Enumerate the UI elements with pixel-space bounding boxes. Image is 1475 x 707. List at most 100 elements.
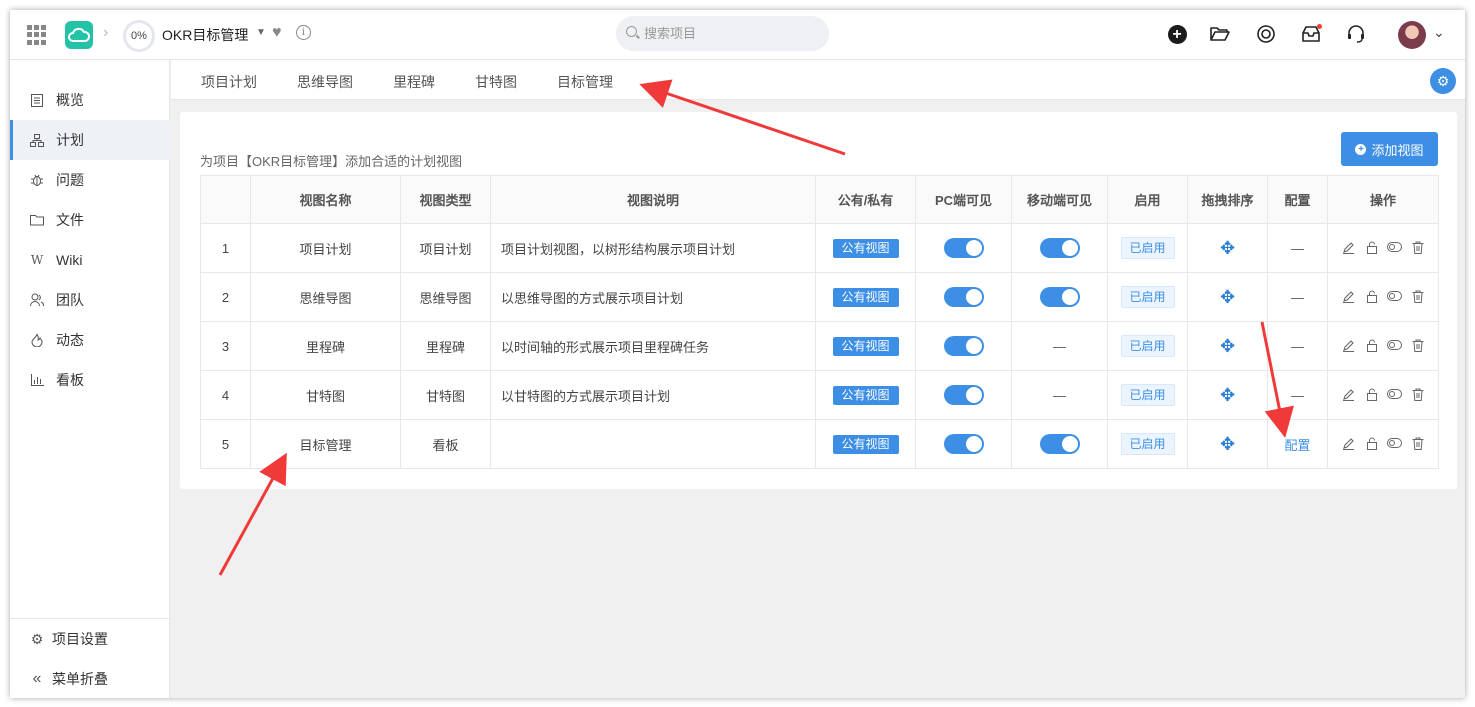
mobile-visible-cell: — xyxy=(1011,321,1108,371)
apps-grid-icon[interactable] xyxy=(27,25,47,45)
lock-icon[interactable] xyxy=(1364,387,1379,402)
toggle-icon[interactable] xyxy=(1387,240,1402,255)
lock-icon[interactable] xyxy=(1364,289,1379,304)
lock-icon[interactable] xyxy=(1364,240,1379,255)
pc-visible-cell xyxy=(915,370,1012,420)
folder-open-icon[interactable] xyxy=(1209,23,1231,45)
enabled-cell: 已启用 xyxy=(1107,370,1188,420)
visibility-badge[interactable]: 公有视图 xyxy=(832,385,899,405)
mobile-visible-toggle[interactable] xyxy=(1039,287,1080,307)
trash-icon[interactable] xyxy=(1410,338,1425,353)
tab-project-plan[interactable]: 项目计划 xyxy=(201,72,257,92)
edit-icon[interactable] xyxy=(1341,387,1356,402)
user-avatar[interactable] xyxy=(1398,21,1426,49)
inbox-icon[interactable] xyxy=(1300,23,1322,45)
project-settings-label: 项目设置 xyxy=(52,631,108,647)
collapse-menu-button[interactable]: « 菜单折叠 xyxy=(10,659,170,698)
drag-move-icon[interactable]: ✥ xyxy=(1220,385,1235,406)
enabled-badge[interactable]: 已启用 xyxy=(1120,237,1175,259)
kanban-icon xyxy=(30,373,44,387)
sidebar-item-team[interactable]: 团队 xyxy=(10,280,170,320)
col-visibility: 公有/私有 xyxy=(815,175,916,224)
pc-visible-toggle[interactable] xyxy=(943,287,984,307)
pc-visible-toggle[interactable] xyxy=(943,434,984,454)
config-cell: — xyxy=(1267,272,1328,322)
visibility-badge[interactable]: 公有视图 xyxy=(832,287,899,307)
project-name[interactable]: OKR目标管理 xyxy=(162,25,248,45)
pc-visible-cell xyxy=(915,272,1012,322)
enabled-badge[interactable]: 已启用 xyxy=(1120,286,1175,308)
sidebar-item-label: 团队 xyxy=(56,292,84,308)
enabled-badge[interactable]: 已启用 xyxy=(1120,433,1175,455)
sidebar-item-kanban[interactable]: 看板 xyxy=(10,360,170,400)
view-type: 里程碑 xyxy=(400,321,491,371)
add-view-button[interactable]: + 添加视图 xyxy=(1341,132,1438,166)
view-name: 思维导图 xyxy=(250,272,401,322)
pc-visible-toggle[interactable] xyxy=(943,238,984,258)
lock-icon[interactable] xyxy=(1364,436,1379,451)
info-icon[interactable]: i xyxy=(296,25,311,40)
config-link[interactable]: 配置 xyxy=(1284,438,1310,453)
config-cell: — xyxy=(1267,370,1328,420)
project-settings-link[interactable]: ⚙ 项目设置 xyxy=(10,619,170,659)
drag-move-icon[interactable]: ✥ xyxy=(1220,434,1235,455)
enabled-badge[interactable]: 已启用 xyxy=(1120,384,1175,406)
sidebar-item-issues[interactable]: 问题 xyxy=(10,160,170,200)
user-menu-chevron-down-icon[interactable]: ⌄ xyxy=(1433,24,1445,41)
toggle-icon[interactable] xyxy=(1387,436,1402,451)
app-logo-icon[interactable] xyxy=(65,21,93,49)
sidebar-item-overview[interactable]: 概览 xyxy=(10,80,170,120)
help-lifebuoy-icon[interactable] xyxy=(1255,23,1277,45)
view-type: 思维导图 xyxy=(400,272,491,322)
edit-icon[interactable] xyxy=(1341,436,1356,451)
create-plus-icon[interactable]: + xyxy=(1166,23,1188,45)
view-description: 以时间轴的形式展示项目里程碑任务 xyxy=(490,321,816,371)
drag-move-icon[interactable]: ✥ xyxy=(1220,238,1235,259)
mobile-visible-toggle[interactable] xyxy=(1039,238,1080,258)
visibility-cell: 公有视图 xyxy=(815,370,916,420)
enabled-badge[interactable]: 已启用 xyxy=(1120,335,1175,357)
sidebar-item-wiki[interactable]: W Wiki xyxy=(10,240,170,280)
pc-visible-toggle[interactable] xyxy=(943,336,984,356)
mobile-visible-cell: — xyxy=(1011,370,1108,420)
col-index xyxy=(200,175,251,224)
drag-move-icon[interactable]: ✥ xyxy=(1220,287,1235,308)
tab-gantt[interactable]: 甘特图 xyxy=(475,72,517,92)
sidebar-item-plan[interactable]: 计划 xyxy=(10,120,170,160)
search-input[interactable] xyxy=(644,23,814,43)
view-description: 以思维导图的方式展示项目计划 xyxy=(490,272,816,322)
sidebar-item-files[interactable]: 文件 xyxy=(10,200,170,240)
table-row: 5 目标管理 看板 公有视图 已启用 ✥ 配置 xyxy=(200,419,1439,469)
edit-icon[interactable] xyxy=(1341,240,1356,255)
sidebar-item-activity[interactable]: 动态 xyxy=(10,320,170,360)
view-name: 目标管理 xyxy=(250,419,401,469)
favorite-heart-icon[interactable]: ♥ xyxy=(272,24,282,42)
edit-icon[interactable] xyxy=(1341,289,1356,304)
visibility-badge[interactable]: 公有视图 xyxy=(832,434,899,454)
view-settings-gear-icon[interactable]: ⚙ xyxy=(1430,68,1456,94)
edit-icon[interactable] xyxy=(1341,338,1356,353)
project-dropdown-icon[interactable]: ▼ xyxy=(256,27,266,38)
config-cell: — xyxy=(1267,223,1328,273)
tab-goal-management[interactable]: 目标管理 xyxy=(557,72,613,92)
activity-icon xyxy=(30,333,44,347)
mobile-visible-toggle[interactable] xyxy=(1039,434,1080,454)
drag-move-icon[interactable]: ✥ xyxy=(1220,336,1235,357)
trash-icon[interactable] xyxy=(1410,387,1425,402)
pc-visible-toggle[interactable] xyxy=(943,385,984,405)
toggle-icon[interactable] xyxy=(1387,289,1402,304)
visibility-badge[interactable]: 公有视图 xyxy=(832,336,899,356)
tab-milestone[interactable]: 里程碑 xyxy=(393,72,435,92)
search-box[interactable] xyxy=(616,16,829,51)
trash-icon[interactable] xyxy=(1410,240,1425,255)
lock-icon[interactable] xyxy=(1364,338,1379,353)
toggle-icon[interactable] xyxy=(1387,338,1402,353)
visibility-badge[interactable]: 公有视图 xyxy=(832,238,899,258)
wiki-icon: W xyxy=(30,253,44,267)
support-headset-icon[interactable] xyxy=(1345,23,1367,45)
toggle-icon[interactable] xyxy=(1387,387,1402,402)
trash-icon[interactable] xyxy=(1410,289,1425,304)
trash-icon[interactable] xyxy=(1410,436,1425,451)
tab-mind-map[interactable]: 思维导图 xyxy=(297,72,353,92)
collapse-menu-label: 菜单折叠 xyxy=(52,671,108,687)
